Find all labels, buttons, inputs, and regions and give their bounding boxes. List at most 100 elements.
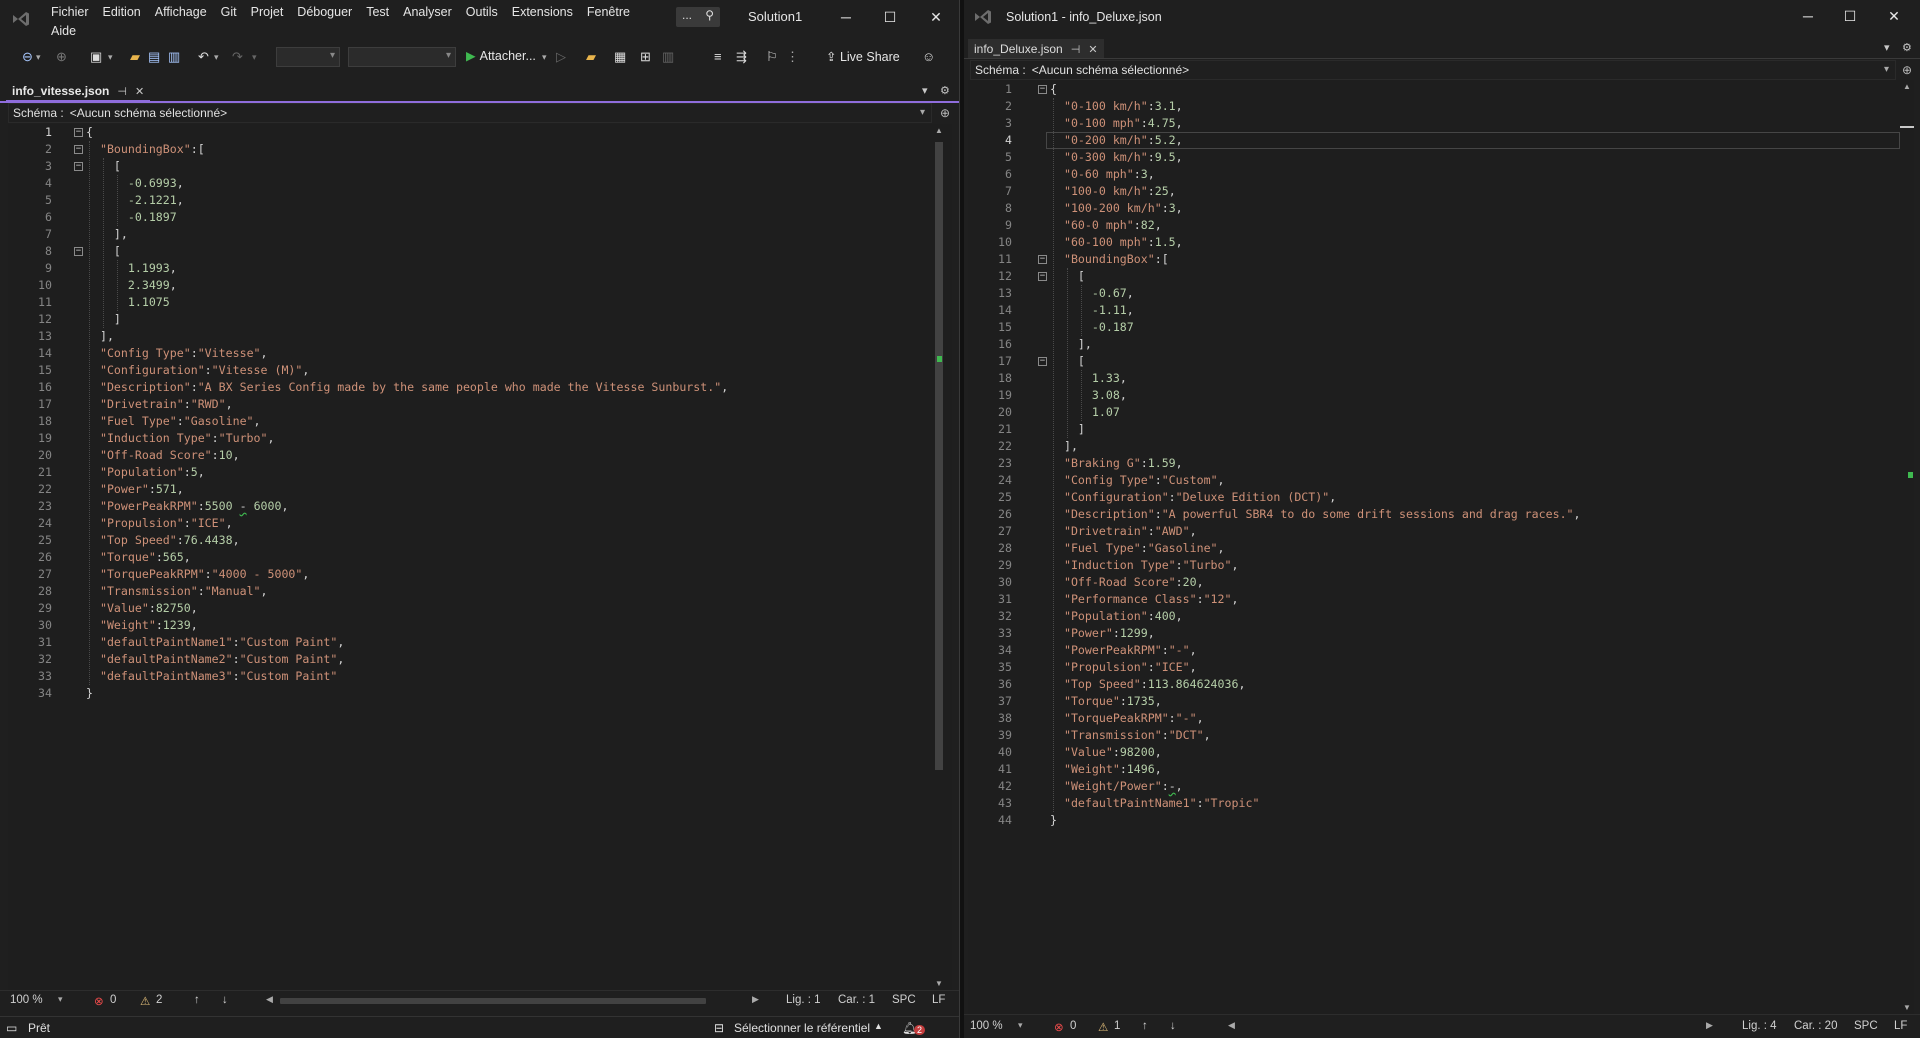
scroll-down-icon[interactable]: ▼ [935,979,943,988]
minimize-button[interactable]: ─ [1794,5,1822,27]
menu-item[interactable]: Aide [44,22,83,41]
code-line[interactable]: 28 "Fuel Type":"Gasoline", [968,540,1900,557]
menu-item[interactable]: Déboguer [290,3,359,22]
indent-indicator[interactable]: SPC [1854,1020,1878,1032]
pin-icon[interactable]: ⊣ [117,85,127,98]
close-tab-icon[interactable]: ✕ [135,85,144,98]
line-indicator[interactable]: Lig. : 1 [786,994,821,1006]
code-line[interactable]: 36 "Top Speed":113.864624036, [968,676,1900,693]
code-editor[interactable]: 1−{2− "BoundingBox":[3− [4 -0.6993, 5 -2.… [8,124,952,990]
code-line[interactable]: 44} [968,812,1900,829]
zoom-level[interactable]: 100 % [970,1020,1003,1032]
code-line[interactable]: 3 − [ [8,158,952,175]
fold-toggle-icon[interactable]: − [74,247,83,256]
undo-dropdown-icon[interactable]: ▾ [214,48,219,66]
maximize-button[interactable]: ☐ [876,6,904,28]
code-line[interactable]: 22 "Power":571, [8,481,952,498]
code-line[interactable]: 40 "Value":98200, [968,744,1900,761]
code-line[interactable]: 13 -0.67, [968,285,1900,302]
error-icon[interactable]: ⊗ [1054,1020,1064,1034]
attach-dropdown-icon[interactable]: ▾ [542,48,547,66]
close-tab-icon[interactable]: ✕ [1088,43,1097,56]
uncomment-lines-icon[interactable]: ⇶ [736,48,747,66]
code-line[interactable]: 16 ], [968,336,1900,353]
close-window-button[interactable]: ✕ [922,6,950,28]
scroll-right-icon[interactable]: ▶ [752,994,759,1005]
close-window-button[interactable]: ✕ [1880,5,1908,27]
line-ending-indicator[interactable]: LF [932,994,945,1006]
code-line[interactable]: 8 "100-200 km/h":3, [968,200,1900,217]
code-line[interactable]: 2 − "BoundingBox":[ [8,141,952,158]
tab-info-deluxe[interactable]: info_Deluxe.json ⊣ ✕ [968,39,1104,59]
tab-settings-icon[interactable]: ⚙ [1902,41,1912,54]
warning-count[interactable]: 1 [1114,1020,1120,1032]
warning-icon[interactable]: ⚠ [140,994,150,1008]
code-line[interactable]: 11 1.1075 [8,294,952,311]
layout-icon[interactable]: ▦ [614,48,626,66]
code-line[interactable]: 10 2.3499, [8,277,952,294]
menu-item[interactable]: Edition [96,3,148,22]
code-line[interactable]: 38 "TorquePeakRPM":"-", [968,710,1900,727]
minimize-button[interactable]: ─ [832,6,860,28]
code-line[interactable]: 26 "Description":"A powerful SBR4 to do … [968,506,1900,523]
undo-icon[interactable]: ↶ [198,48,209,66]
code-line[interactable]: 26 "Torque":565, [8,549,952,566]
code-line[interactable]: 23 "PowerPeakRPM":5500 - 6000, [8,498,952,515]
zoom-level[interactable]: 100 % [10,994,43,1006]
code-line[interactable]: 24 "Propulsion":"ICE", [8,515,952,532]
code-line[interactable]: 14 "Config Type":"Vitesse", [8,345,952,362]
code-line[interactable]: 8 − [ [8,243,952,260]
code-line[interactable]: 21 "Population":5, [8,464,952,481]
tab-list-dropdown-icon[interactable]: ▾ [922,84,928,97]
menu-item[interactable]: Fenêtre [580,3,637,22]
code-line[interactable]: 6 "0-60 mph":3, [968,166,1900,183]
code-line[interactable]: 17 − [ [968,353,1900,370]
vertical-scrollbar-2[interactable]: ▲ ▼ [1900,80,1914,1014]
error-count[interactable]: 0 [110,994,116,1006]
start-without-debug-icon[interactable]: ▷ [556,48,566,66]
menu-item[interactable]: Projet [244,3,291,22]
error-count[interactable]: 0 [1070,1020,1076,1032]
platform-combo[interactable] [348,47,456,67]
code-line[interactable]: 12 − [ [968,268,1900,285]
code-line[interactable]: 39 "Transmission":"DCT", [968,727,1900,744]
scroll-left-icon[interactable]: ◀ [266,994,273,1005]
new-dropdown-icon[interactable]: ▾ [108,48,113,66]
live-share-button[interactable]: ⇪ Live Share [826,49,900,64]
breakpoint-window-icon[interactable]: ⊞ [640,48,651,66]
code-line[interactable]: 28 "Transmission":"Manual", [8,583,952,600]
code-line[interactable]: 5 -2.1221, [8,192,952,209]
search-icon[interactable]: ⚲ [705,8,714,22]
code-line[interactable]: 14 -1.11, [968,302,1900,319]
code-line[interactable]: 19 "Induction Type":"Turbo", [8,430,952,447]
code-line[interactable]: 33 "defaultPaintName3":"Custom Paint" [8,668,952,685]
code-line[interactable]: 32 "Population":400, [968,608,1900,625]
schema-selector[interactable]: Schéma : <Aucun schéma sélectionné> ▾ [970,60,1896,80]
code-line[interactable]: 20 "Off-Road Score":10, [8,447,952,464]
code-line[interactable]: 42 "Weight/Power":-, [968,778,1900,795]
scroll-up-icon[interactable]: ▲ [935,126,943,135]
code-line[interactable]: 18 1.33, [968,370,1900,387]
save-icon[interactable]: ▤ [148,48,160,66]
tab-settings-icon[interactable]: ⚙ [940,84,950,97]
fold-toggle-icon[interactable]: − [1038,85,1047,94]
code-line[interactable]: 27 "TorquePeakRPM":"4000 - 5000", [8,566,952,583]
schema-selector[interactable]: Schéma : <Aucun schéma sélectionné> ▾ [8,103,932,123]
char-indicator[interactable]: Car. : 1 [838,994,875,1006]
code-line[interactable]: 33 "Power":1299, [968,625,1900,642]
code-line[interactable]: 27 "Drivetrain":"AWD", [968,523,1900,540]
zoom-dropdown-icon[interactable]: ▾ [1018,1020,1023,1031]
horizontal-scrollbar[interactable] [280,998,706,1004]
comment-lines-icon[interactable]: ≡ [714,48,722,66]
attach-button[interactable]: ▶ Attacher... [466,48,536,63]
zoom-dropdown-icon[interactable]: ▾ [58,994,63,1005]
code-line[interactable]: 30 "Off-Road Score":20, [968,574,1900,591]
code-line[interactable]: 9 "60-0 mph":82, [968,217,1900,234]
tab-info-vitesse[interactable]: info_vitesse.json ⊣ ✕ [6,82,151,102]
menu-item[interactable]: Analyser [396,3,459,22]
save-all-icon[interactable]: ▥ [168,48,180,66]
code-line[interactable]: 13 ], [8,328,952,345]
menu-item[interactable]: Git [214,3,244,22]
warning-icon[interactable]: ⚠ [1098,1020,1108,1034]
line-indicator[interactable]: Lig. : 4 [1742,1020,1777,1032]
